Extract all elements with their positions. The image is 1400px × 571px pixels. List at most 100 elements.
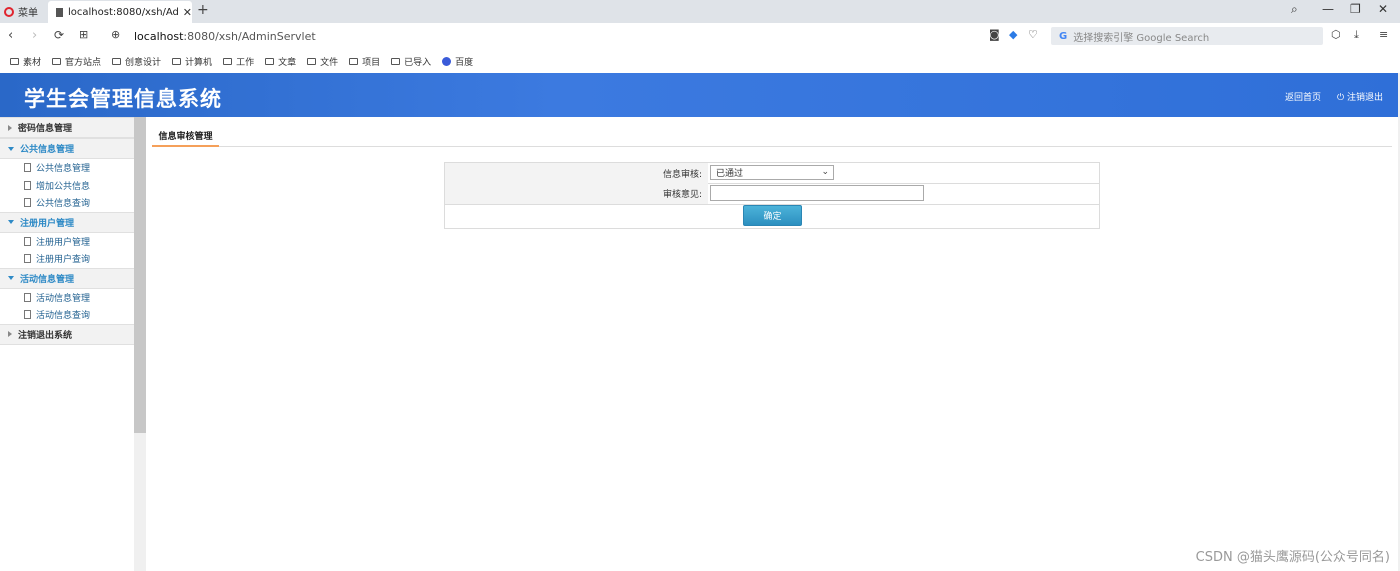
page-icon [24,163,31,173]
sidebar-scrollbar[interactable] [134,117,146,571]
bookmark-item[interactable]: 创意设计 [112,55,161,68]
tab-underline [152,146,1392,147]
sidebar-group[interactable]: 密码信息管理 [0,117,134,138]
folder-icon [112,58,122,65]
scrollbar-thumb[interactable] [134,117,146,433]
folder-icon [307,58,317,65]
watermark: CSDN @猫头鹰源码(公众号同名) [1195,550,1390,565]
logout-link[interactable]: ⏻ 注销退出 [1337,90,1383,103]
page-icon [24,292,31,302]
search-placeholder: 选择搜索引擎 Google Search [1073,32,1210,44]
page-icon [24,236,31,246]
sidebar-group-label: 活动信息管理 [20,274,75,285]
folder-icon [223,58,233,65]
back-icon[interactable]: ‹ [8,28,13,43]
sidebar-item[interactable]: 公共信息查询 [0,194,134,212]
browser-tab[interactable]: localhost:8080/xsh/Admin ✕ [48,1,192,23]
sidebar-group[interactable]: 注销退出系统 [0,323,134,345]
cube-icon[interactable]: ⬡ [1331,28,1341,41]
camera-icon[interactable]: ◙ [989,28,1000,41]
bookmark-label: 计算机 [185,58,213,68]
sidebar-item[interactable]: 活动信息管理 [0,289,134,307]
forward-icon[interactable]: › [32,28,37,43]
bookmark-label: 素材 [23,58,42,68]
browser-search-input[interactable]: G 选择搜索引擎 Google Search [1051,27,1323,45]
caret-right-icon [8,124,12,131]
address-bar-row: ‹ › ⟳ ⊞ ⊕ localhost:8080/xsh/AdminServle… [0,23,1400,50]
sidebar-item[interactable]: 注册用户查询 [0,250,134,268]
heart-icon[interactable]: ♡ [1028,28,1038,41]
sidebar-item[interactable]: 公共信息管理 [0,159,134,177]
folder-icon [349,58,359,65]
bookmark-item[interactable]: 百度 [442,55,473,68]
bookmark-item[interactable]: 工作 [223,55,254,68]
home-link[interactable]: 返回首页 [1285,90,1321,103]
review-row: 信息审核: 已通过 ⌄ [445,163,1099,184]
bookmarks-bar: 素材 官方站点 创意设计 计算机 工作 文章 文件 项目 已导入 百度 [0,50,1400,73]
page-icon [24,254,31,264]
review-label: 信息审核: [445,163,708,183]
sidebar-item-label: 活动信息查询 [36,311,91,322]
folder-icon [265,58,275,65]
sidebar-item-label: 增加公共信息 [36,181,91,192]
submit-button[interactable]: 确定 [743,205,802,226]
hamburger-icon[interactable]: ≡ [1379,28,1388,41]
sidebar-item-label: 注册用户管理 [36,237,91,248]
search-icon[interactable]: ⌕ [1291,2,1298,17]
sidebar-item-label: 注册用户查询 [36,255,91,266]
bookmark-item[interactable]: 官方站点 [52,55,101,68]
sidebar-group[interactable]: 注册用户管理 [0,211,134,233]
review-select-value: 已通过 [716,169,744,179]
url-field[interactable]: localhost:8080/xsh/AdminServlet [134,30,316,43]
bookmark-item[interactable]: 素材 [10,55,41,68]
bookmark-item[interactable]: 项目 [349,55,380,68]
bookmark-item[interactable]: 文件 [307,55,338,68]
tab-title: localhost:8080/xsh/Admin [67,6,178,18]
browser-tab-bar: 菜单 localhost:8080/xsh/Admin ✕ + ⌕ — ❐ ✕ [0,0,1400,23]
bookmark-label: 文件 [320,58,339,68]
download-icon[interactable]: ⤓ [1354,28,1359,42]
bookmark-label: 创意设计 [125,58,162,68]
bookmark-item[interactable]: 已导入 [391,55,431,68]
bookmark-item[interactable]: 文章 [265,55,296,68]
app-title: 学生会管理信息系统 [24,87,222,111]
review-form: 信息审核: 已通过 ⌄ 审核意见: 确定 [444,162,1100,229]
folder-icon [391,58,401,65]
caret-right-icon [8,331,12,337]
review-select[interactable]: 已通过 ⌄ [710,165,834,180]
restore-icon[interactable]: ❐ [1350,2,1361,16]
reload-icon[interactable]: ⟳ [54,28,64,42]
sidebar-item[interactable]: 活动信息查询 [0,306,134,324]
tab-close-icon[interactable]: ✕ [183,6,192,19]
sidebar: 密码信息管理 公共信息管理 公共信息管理 增加公共信息 公共信息查询 注册用户管理 注册用户… [0,117,134,571]
new-tab-button[interactable]: + [197,2,209,18]
opinion-input[interactable] [710,185,924,201]
shield-icon[interactable]: ◆ [1009,28,1017,41]
sidebar-group-label: 注销退出系统 [18,330,73,341]
close-window-icon[interactable]: ✕ [1378,2,1388,16]
sidebar-item[interactable]: 增加公共信息 [0,177,134,195]
sidebar-item[interactable]: 注册用户管理 [0,233,134,251]
sidebar-item-label: 活动信息管理 [36,293,91,304]
power-icon: ⏻ [1337,93,1345,103]
folder-icon [52,58,62,65]
minimize-icon[interactable]: — [1322,2,1334,16]
bookmark-label: 工作 [236,58,255,68]
browser-menu-label: 菜单 [18,8,38,19]
browser-menu-button[interactable]: 菜单 [4,3,38,20]
bookmark-label: 文章 [278,58,297,68]
bookmark-item[interactable]: 计算机 [172,55,212,68]
sidebar-group-label: 公共信息管理 [20,145,75,155]
opinion-row: 审核意见: [445,183,1099,205]
bookmark-label: 百度 [455,58,474,68]
sidebar-group-label: 密码信息管理 [18,124,73,134]
sidebar-group[interactable]: 活动信息管理 [0,267,134,289]
sidebar-group[interactable]: 公共信息管理 [0,138,134,159]
bookmark-label: 项目 [362,58,381,68]
tab-info-review[interactable]: 信息审核管理 [152,126,219,147]
grid-icon[interactable]: ⊞ [79,28,88,41]
globe-icon: ⊕ [111,28,121,41]
caret-down-icon [8,276,14,280]
folder-icon [172,58,182,65]
page-icon [56,7,63,17]
